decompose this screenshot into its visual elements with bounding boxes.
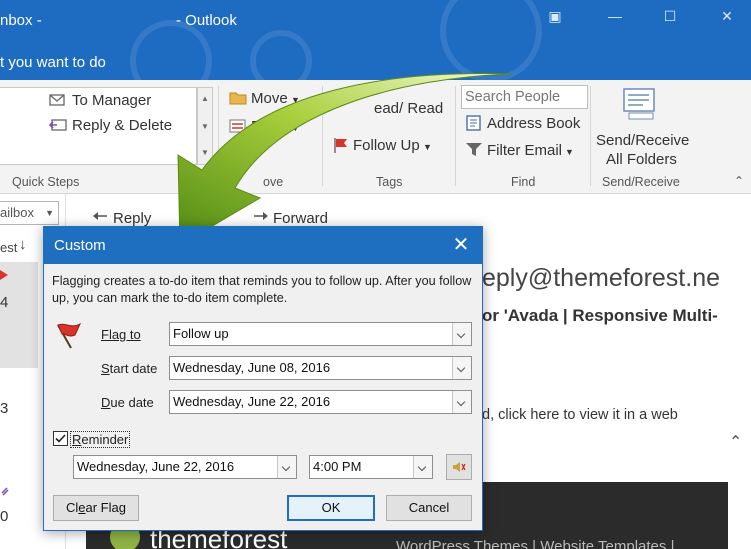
quick-steps-group-label: Quick Steps: [12, 175, 80, 189]
reply-button[interactable]: Reply: [113, 210, 151, 227]
send-receive-all-label-1[interactable]: Send/Receive: [596, 132, 689, 149]
reminder-time-combo[interactable]: 4:00 PM: [309, 455, 433, 479]
send-receive-all-icon: [623, 88, 655, 120]
chevron-down-icon[interactable]: [413, 456, 432, 478]
start-date-label: Start date: [101, 361, 157, 376]
chevron-down-icon: ▼: [565, 147, 574, 157]
title-decoration: [440, 0, 542, 80]
ok-button[interactable]: OK: [287, 495, 375, 521]
collapse-header-icon[interactable]: ⌃: [729, 432, 742, 452]
send-receive-group-label: Send/Receive: [602, 175, 680, 189]
quick-step-manager-icon: [49, 94, 65, 106]
app-name: - Outlook: [176, 12, 237, 29]
close-icon[interactable]: ✕: [448, 233, 474, 259]
start-date-value: Wednesday, June 08, 2016: [173, 360, 331, 375]
dialog-title: Custom: [54, 237, 106, 254]
dialog-title-bar: Custom ✕: [44, 227, 482, 264]
list-item-number: 3: [0, 400, 9, 417]
close-window-icon[interactable]: ✕: [712, 8, 742, 25]
flag-icon: [0, 270, 8, 280]
attachment-icon: [0, 484, 10, 496]
due-date-value: Wednesday, June 22, 2016: [173, 394, 331, 409]
message-subject: or 'Avada | Responsive Multi-: [482, 306, 718, 325]
title-bar: nbox - - Outlook ▣ — ☐ ✕ t you want to d…: [0, 0, 751, 80]
chevron-down-icon[interactable]: [277, 456, 296, 478]
reminder-sound-button[interactable]: [446, 454, 472, 480]
chevron-down-icon[interactable]: [452, 357, 471, 379]
flag-to-value: Follow up: [173, 326, 229, 341]
clear-flag-button[interactable]: Clear Flag: [53, 495, 139, 521]
ribbon-display-icon[interactable]: ▣: [540, 8, 570, 25]
view-in-browser-notice[interactable]: d, click here to view it in a web: [482, 407, 678, 423]
sort-arrow-icon[interactable]: ↓: [19, 236, 27, 253]
sender-address: eply@themeforest.ne: [482, 264, 721, 292]
due-date-label-text: Due date: [101, 395, 154, 410]
reply-icon: [93, 212, 107, 220]
mailbox-scope-label: ailbox: [0, 205, 34, 220]
quick-step-reply-delete-icon: [49, 119, 67, 131]
chevron-down-icon: ▼: [45, 208, 54, 218]
list-item-number: 0: [0, 508, 9, 525]
flag-to-label: Flag to: [101, 327, 141, 342]
due-date-label: Due date: [101, 395, 154, 410]
minimize-icon[interactable]: —: [600, 8, 630, 24]
send-receive-all-label-2[interactable]: All Folders: [606, 151, 677, 168]
window-title: nbox -: [0, 12, 42, 29]
reminder-date-combo[interactable]: Wednesday, June 22, 2016: [73, 455, 297, 479]
collapse-ribbon-icon[interactable]: ⌃: [734, 174, 744, 188]
due-date-combo[interactable]: Wednesday, June 22, 2016: [169, 390, 472, 414]
maximize-icon[interactable]: ☐: [655, 8, 685, 25]
start-date-label-text: Start date: [101, 361, 158, 376]
flag-to-combo[interactable]: Follow up: [169, 322, 472, 346]
checkmark-icon: [55, 434, 66, 443]
reminder-checkbox[interactable]: [53, 431, 68, 446]
dialog-description: Flagging creates a to-do item that remin…: [52, 274, 472, 305]
reminder-label[interactable]: Reminder: [70, 431, 131, 448]
flag-icon: [57, 322, 82, 349]
reminder-date-value: Wednesday, June 22, 2016: [77, 459, 235, 474]
reminder-time-value: 4:00 PM: [313, 459, 362, 474]
banner-nav[interactable]: WordPress Themes | Website Templates |: [396, 538, 674, 549]
sort-label[interactable]: est: [0, 240, 17, 255]
quick-step-to-manager[interactable]: To Manager: [72, 92, 151, 109]
list-item-selected[interactable]: 4: [0, 262, 38, 368]
mailbox-search-scope[interactable]: ailbox ▼: [0, 201, 59, 225]
list-item-number: 4: [0, 294, 9, 311]
flag-to-label-text: Flag to: [101, 327, 141, 342]
tell-me-box[interactable]: t you want to do: [0, 54, 106, 71]
group-separator: [590, 86, 591, 186]
cancel-button[interactable]: Cancel: [386, 495, 472, 521]
chevron-down-icon[interactable]: [452, 391, 471, 413]
custom-flag-dialog: Custom ✕ Flagging creates a to-do item t…: [43, 226, 483, 531]
start-date-combo[interactable]: Wednesday, June 08, 2016: [169, 356, 472, 380]
chevron-down-icon[interactable]: [452, 323, 471, 345]
speaker-icon: [453, 462, 466, 472]
